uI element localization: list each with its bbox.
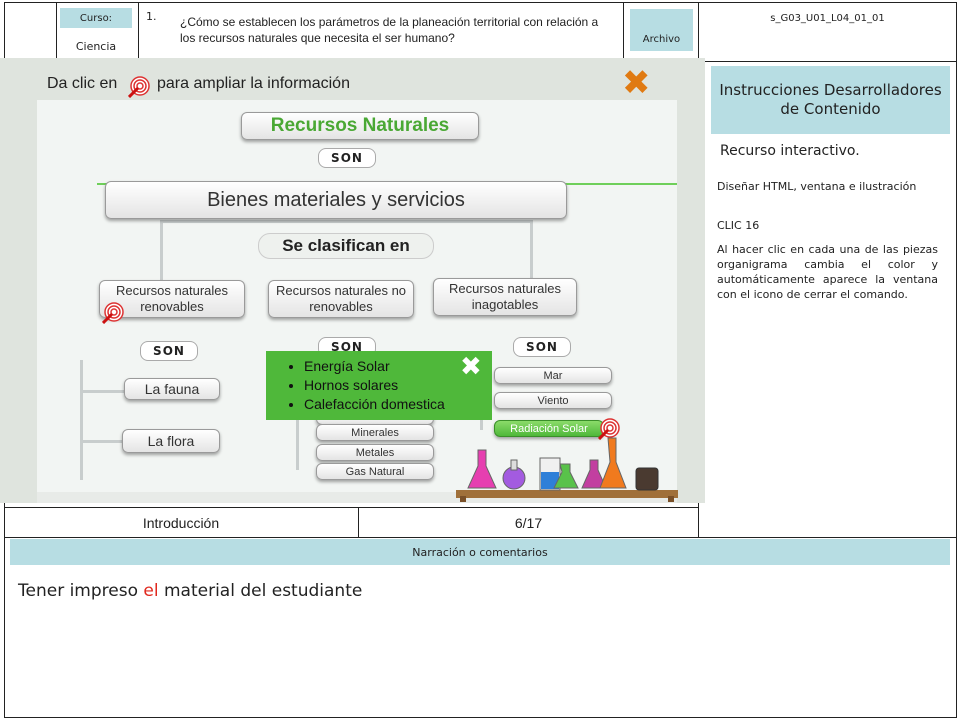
narration-text-part: material del estudiante: [158, 581, 363, 601]
resource-code-text: s_G03_U01_L04_01_01: [770, 12, 885, 24]
recursos-naturales-label: Recursos Naturales: [270, 115, 450, 136]
page-counter-text: 6/17: [514, 514, 543, 531]
curso-label: Curso:: [60, 8, 132, 28]
item-flora[interactable]: La flora: [122, 429, 220, 453]
son-text: SON: [526, 340, 558, 354]
narration-label-text: Narración o comentarios: [412, 545, 548, 559]
section-name-text: Introducción: [142, 514, 220, 531]
instructions-title: Instrucciones Desarrolladores de Conteni…: [711, 66, 950, 134]
info-popup: Energía Solar Hornos solares Calefacción…: [266, 351, 492, 420]
category-no-renovables-label: Recursos naturales no renovables: [275, 283, 407, 314]
item-flora-label: La flora: [147, 433, 195, 449]
target-icon: [128, 76, 150, 98]
item-mar[interactable]: Mar: [494, 367, 612, 384]
category-inagotables[interactable]: Recursos naturales inagotables: [433, 278, 577, 316]
tree-line: [530, 220, 533, 280]
item-gas-natural[interactable]: Gas Natural: [316, 463, 434, 480]
tree-line: [160, 220, 530, 223]
target-icon: [102, 302, 124, 324]
close-icon[interactable]: ✖: [622, 66, 651, 100]
clasifican-label: Se clasifican en: [282, 236, 410, 255]
resource-type: Recurso interactivo.: [720, 143, 860, 159]
tree-line: [80, 360, 83, 480]
tree-line: [160, 220, 163, 280]
item-minerales-label: Minerales: [351, 426, 399, 439]
tree-line: [80, 390, 125, 393]
hint-suffix: para ampliar la información: [157, 75, 350, 92]
course-name-text: Ciencia: [75, 39, 117, 53]
item-fauna-label: La fauna: [144, 381, 200, 397]
item-fauna[interactable]: La fauna: [124, 378, 220, 400]
popup-list: Energía Solar Hornos solares Calefacción…: [266, 351, 492, 414]
archivo-box: Archivo: [630, 9, 693, 51]
category-inagotables-label: Recursos naturales inagotables: [449, 281, 561, 312]
narration-label: Narración o comentarios: [10, 539, 950, 565]
clasifican-node[interactable]: Se clasifican en: [258, 233, 434, 259]
tree-line: [80, 440, 125, 443]
item-metales[interactable]: Metales: [316, 444, 434, 461]
section-name: Introducción: [4, 508, 358, 537]
item-mar-label: Mar: [543, 369, 563, 382]
instructions-title-text: Instrucciones Desarrolladores de Conteni…: [719, 81, 942, 118]
item-viento[interactable]: Viento: [494, 392, 612, 409]
narration-text: Tener impreso el material del estudiante: [18, 581, 362, 601]
popup-close-icon[interactable]: ✖: [460, 354, 482, 380]
son-label: SON: [513, 337, 571, 357]
son-label: SON: [318, 148, 376, 168]
course-name: Ciencia: [60, 36, 132, 56]
resource-code: s_G03_U01_L04_01_01: [700, 10, 955, 26]
son-text: SON: [153, 344, 185, 358]
item-minerales[interactable]: Minerales: [316, 424, 434, 441]
item-viento-label: Viento: [537, 394, 569, 407]
item-metales-label: Metales: [355, 446, 395, 459]
category-renovables-label: Recursos naturales renovables: [116, 283, 228, 314]
lab-flasks-illustration: [456, 437, 678, 502]
page-counter: 6/17: [359, 508, 698, 537]
hint-prefix: Da clic en: [47, 75, 118, 92]
son-label: SON: [140, 341, 198, 361]
instructions-description: Al hacer clic en cada una de las piezas …: [717, 243, 938, 301]
bienes-node[interactable]: Bienes materiales y servicios: [105, 181, 567, 219]
narration-text-part: Tener impreso: [18, 581, 144, 601]
clic-number: CLIC 16: [717, 219, 760, 232]
design-note: Diseñar HTML, ventana e ilustración: [717, 180, 917, 193]
narration-highlight: el: [143, 581, 159, 601]
recursos-naturales-node[interactable]: Recursos Naturales: [241, 112, 479, 140]
question-text: ¿Cómo se establecen los parámetros de la…: [180, 15, 599, 45]
popup-item: Calefacción domestica: [304, 395, 492, 414]
archivo-label: Archivo: [642, 34, 681, 45]
question-number: 1.: [146, 10, 157, 23]
curso-label-text: Curso:: [79, 12, 113, 24]
item-gas-natural-label: Gas Natural: [345, 465, 405, 478]
son-text: SON: [331, 151, 363, 165]
category-no-renovables[interactable]: Recursos naturales no renovables: [268, 280, 414, 318]
bienes-label: Bienes materiales y servicios: [207, 188, 465, 211]
